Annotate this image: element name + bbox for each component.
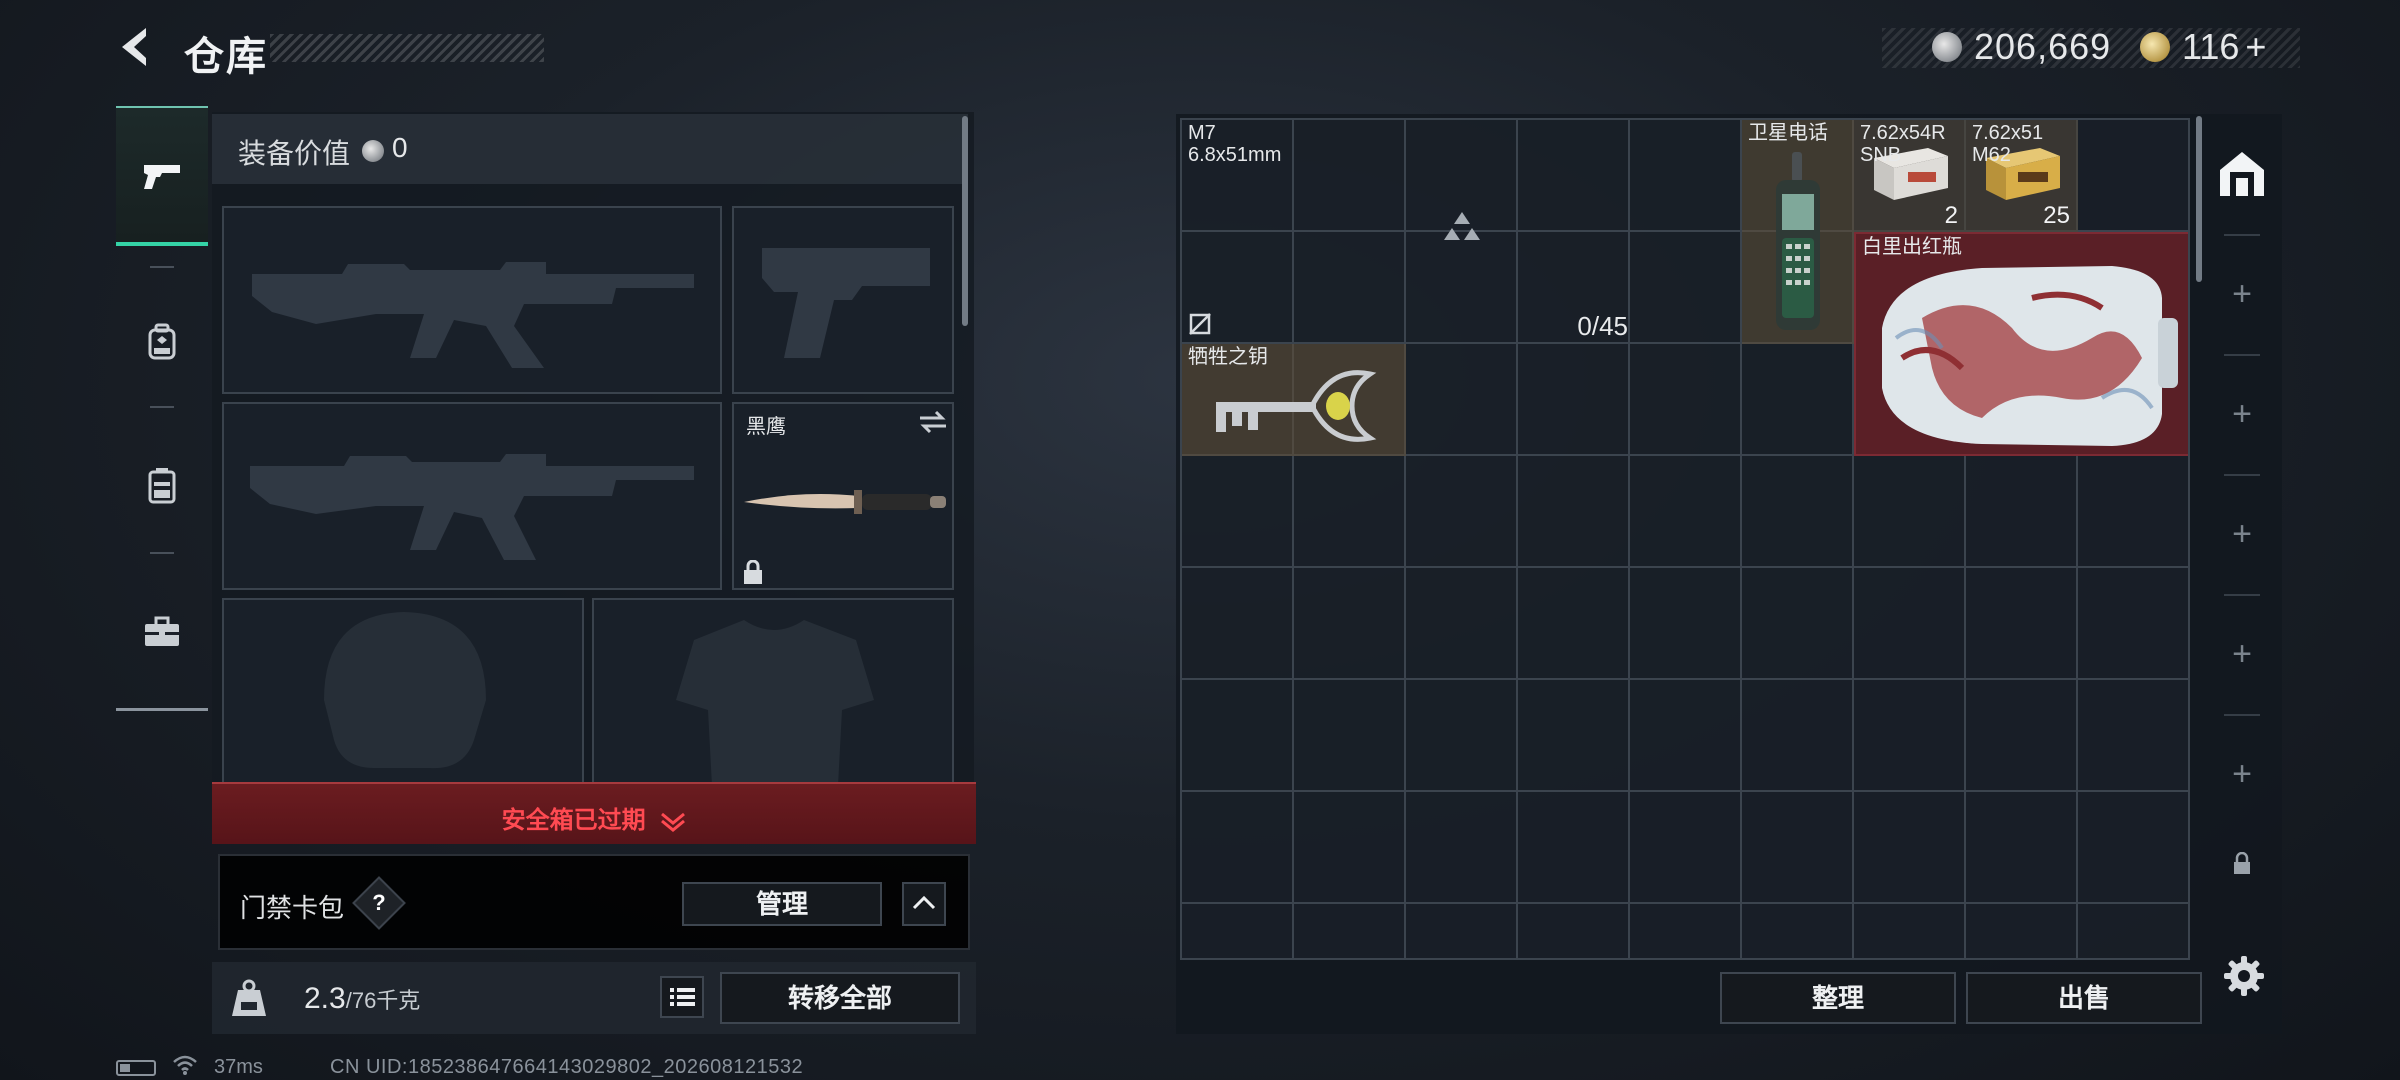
rifle-silhouette-icon: [252, 262, 694, 368]
weight-bar: 2.3/76千克 转移全部: [212, 962, 976, 1034]
player-uid: CN UID:18523864766414302980​2_2026081215…: [330, 1056, 804, 1078]
melee-slot[interactable]: 黑鹰: [732, 402, 954, 590]
gold-coin-icon: [2140, 32, 2170, 62]
storage-lock-button[interactable]: [2204, 838, 2280, 890]
weight-capacity: /76千克: [345, 988, 421, 1013]
safe-box-expired-text: 安全箱已过期: [212, 800, 976, 835]
item-name: 7.62x51 M62: [1972, 122, 2044, 166]
sell-button[interactable]: 出售: [1966, 972, 2202, 1024]
gear-icon[interactable]: [2222, 954, 2266, 998]
triangle-rank-icon: [1444, 212, 1480, 240]
item-ammo-count: 0/45: [1577, 311, 1628, 341]
helmet-silhouette-icon: [324, 612, 486, 769]
title-decoration: [270, 34, 544, 62]
silver-amount: 206,669: [1974, 26, 2112, 67]
lock-icon: [2234, 852, 2250, 874]
storage-item-ammo-762x51[interactable]: 7.62x51 M62 25: [1966, 120, 2078, 232]
rig-icon: [148, 468, 176, 504]
add-storage-page-button[interactable]: +: [2204, 714, 2280, 834]
list-view-button[interactable]: [660, 976, 704, 1018]
warehouse-icon: [2220, 152, 2264, 196]
collapse-button[interactable]: [902, 882, 946, 926]
vase-icon: [1882, 266, 2178, 446]
silver-coin-icon: [362, 140, 384, 162]
equipment-value-label: 装备价值: [238, 138, 351, 169]
tab-gear[interactable]: [116, 272, 208, 412]
safe-box-expired-bar[interactable]: 安全箱已过期: [212, 782, 976, 844]
tab-divider: [150, 552, 174, 554]
silver-coin-icon: [1932, 32, 1962, 62]
tab-divider: [150, 266, 174, 268]
add-storage-page-button[interactable]: +: [2204, 354, 2280, 474]
swap-icon[interactable]: [918, 408, 948, 436]
equipment-scrollbar[interactable]: [962, 116, 968, 326]
storage-item-porcelain-vase[interactable]: 白里出红瓶: [1854, 232, 2188, 456]
add-storage-page-button[interactable]: +: [2204, 474, 2280, 594]
pistol-silhouette-icon: [762, 248, 930, 358]
transfer-all-button[interactable]: 转移全部: [720, 972, 960, 1024]
storage-item-m7[interactable]: M7 6.8x51mm 0/45: [1182, 120, 1742, 344]
storage-page-home[interactable]: [2204, 114, 2280, 234]
body-armor-slot[interactable]: [592, 598, 954, 784]
list-icon: [670, 988, 695, 1006]
weight-kg-icon: [232, 979, 266, 1016]
item-name: M7 6.8x51mm: [1188, 122, 1282, 166]
tab-weapons[interactable]: [116, 106, 208, 246]
equipment-value: 0: [392, 132, 408, 163]
storage-page-column: + + + + +: [2204, 114, 2280, 956]
pistol-icon: [144, 165, 180, 189]
keycard-pack-bar: 门禁卡包 ? 管理: [218, 854, 970, 950]
rifle-silhouette-icon: [250, 454, 694, 560]
tab-divider: [150, 406, 174, 408]
pistol-slot[interactable]: [732, 206, 954, 394]
storage-item-sacrifice-key[interactable]: 牺牲之钥: [1182, 344, 1406, 456]
wifi-icon: [173, 1055, 197, 1075]
ping-readout: 37ms: [214, 1056, 263, 1078]
lock-icon: [744, 560, 762, 584]
page-title: 仓库: [184, 35, 268, 79]
tab-case[interactable]: [116, 562, 208, 702]
primary-weapon-slot-1[interactable]: [222, 206, 722, 394]
gold-amount-group[interactable]: 116 +: [2182, 26, 2266, 68]
melee-name: 黑鹰: [746, 416, 786, 438]
satellite-phone-icon: [1776, 152, 1820, 330]
item-quantity: 25: [2043, 202, 2070, 229]
add-storage-page-button[interactable]: +: [2204, 234, 2280, 354]
back-arrow-icon[interactable]: [112, 22, 162, 72]
item-name: 7.62x54R SNB: [1860, 122, 1946, 166]
storage-scrollbar[interactable]: [2196, 116, 2202, 282]
add-storage-page-button[interactable]: +: [2204, 594, 2280, 714]
battery-icon: [116, 1060, 156, 1076]
storage-item-ammo-762x54r[interactable]: 7.62x54R SNB 2: [1854, 120, 1966, 232]
sort-button[interactable]: 整理: [1720, 972, 1956, 1024]
double-chevron-down-icon: [661, 812, 686, 832]
weight-current: 2.3: [304, 982, 346, 1015]
tab-chest-rig[interactable]: [116, 416, 208, 556]
side-tab-bar: [116, 106, 208, 712]
tab-bar-bottom-line: [116, 708, 208, 711]
helmet-slot[interactable]: [222, 598, 584, 784]
key-icon: [1216, 370, 1377, 442]
item-name: 卫星电话: [1748, 122, 1828, 144]
add-gold-button[interactable]: +: [2245, 26, 2266, 67]
manage-button[interactable]: 管理: [682, 882, 882, 926]
no-attachments-icon: [1189, 313, 1211, 335]
briefcase-icon: [145, 616, 179, 646]
knife-icon: [744, 490, 946, 514]
weight-readout: 2.3/76千克: [304, 982, 420, 1016]
primary-weapon-slot-2[interactable]: [222, 402, 722, 590]
help-icon: ?: [372, 890, 386, 915]
backpack-icon: [148, 323, 176, 360]
help-button[interactable]: ?: [352, 876, 406, 930]
armor-silhouette-icon: [676, 620, 874, 782]
chevron-up-icon: [912, 895, 936, 910]
storage-grid[interactable]: M7 6.8x51mm 0/45 卫星电话 7.62x54R SNB 2 7.6…: [1180, 118, 2190, 960]
item-name: 白里出红瓶: [1862, 236, 1962, 258]
keycard-pack-label: 门禁卡包: [240, 893, 345, 923]
storage-item-satellite-phone[interactable]: 卫星电话: [1742, 120, 1854, 344]
item-quantity: 2: [1944, 202, 1958, 229]
gold-amount: 116: [2182, 26, 2240, 67]
